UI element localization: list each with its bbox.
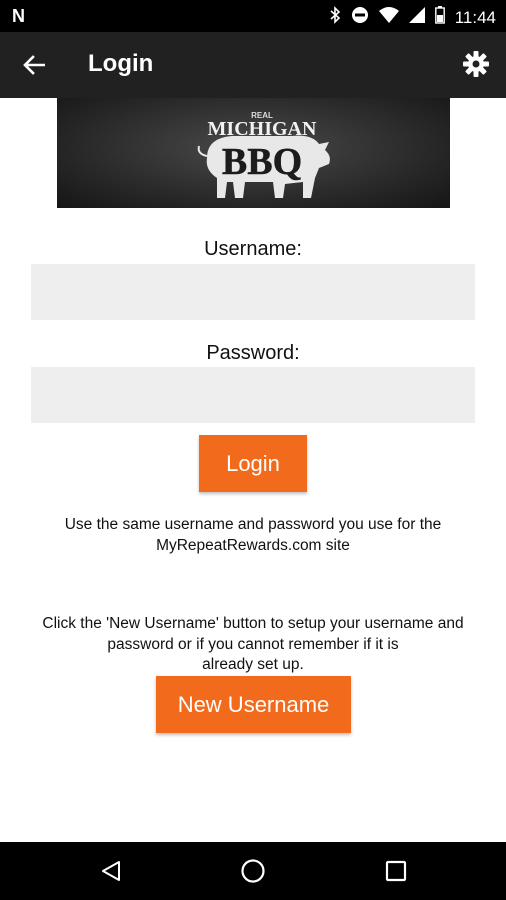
status-icons: 11:44 <box>329 6 496 29</box>
username-input[interactable] <box>31 264 475 320</box>
app-bar: Login <box>0 32 506 98</box>
arrow-left-icon[interactable] <box>18 49 50 81</box>
login-button[interactable]: Login <box>199 435 307 492</box>
new-username-button[interactable]: New Username <box>156 676 351 733</box>
clock: 11:44 <box>454 7 496 27</box>
gear-icon[interactable] <box>460 48 492 80</box>
new-user-note-line3: already set up. <box>202 656 304 673</box>
wifi-icon <box>378 7 399 28</box>
bluetooth-icon <box>329 6 341 29</box>
password-label: Password: <box>206 342 300 364</box>
status-bar: N 11:44 <box>0 0 506 32</box>
home-circle-icon[interactable] <box>236 854 270 888</box>
n-notification-icon: N <box>12 6 25 26</box>
svg-text:BBQ: BBQ <box>222 141 302 183</box>
battery-icon <box>434 6 445 29</box>
recents-square-icon[interactable] <box>379 854 413 888</box>
credentials-note-line1: Use the same username and password you u… <box>64 516 442 533</box>
do-not-disturb-icon <box>351 6 369 29</box>
system-nav-bar <box>0 842 506 900</box>
back-triangle-icon[interactable] <box>94 854 128 888</box>
new-user-note-line2: password or if you cannot remember if it… <box>107 636 399 653</box>
credentials-note-line2: MyRepeatRewards.com site <box>156 537 350 554</box>
password-input[interactable] <box>31 367 475 423</box>
svg-text:MICHIGAN: MICHIGAN <box>208 118 317 140</box>
brand-logo-banner: REAL MICHIGAN BBQ <box>57 98 450 208</box>
signal-icon <box>408 7 425 28</box>
username-label: Username: <box>204 238 302 260</box>
new-user-note-line1: Click the 'New Username' button to setup… <box>42 615 464 632</box>
page-title: Login <box>88 50 154 77</box>
